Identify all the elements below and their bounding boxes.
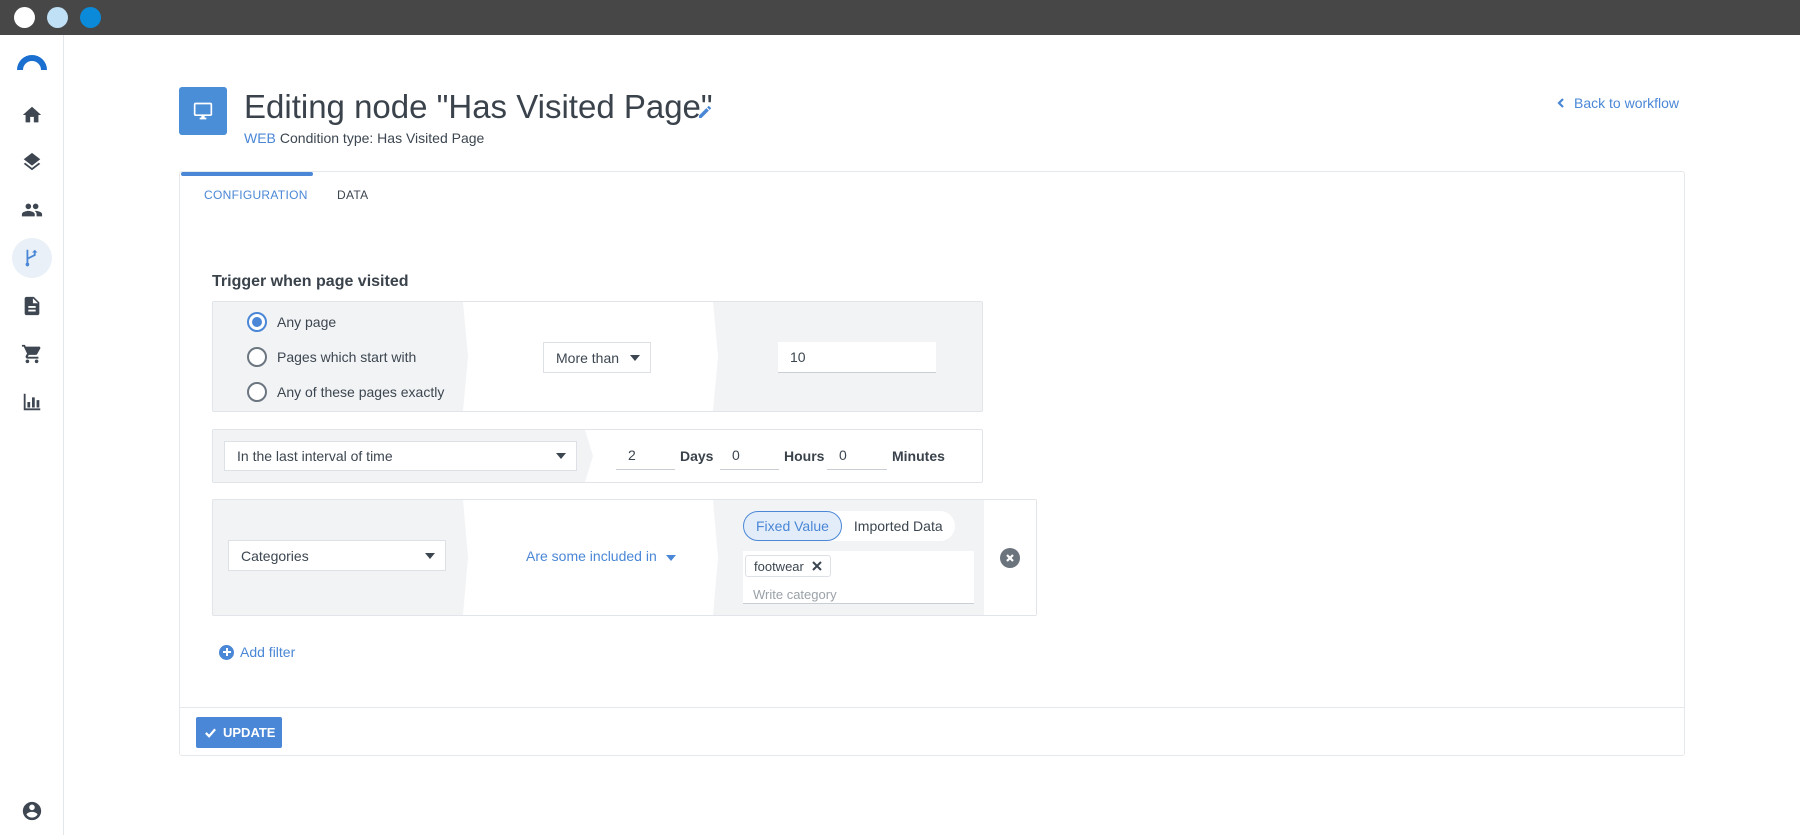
value-mode-toggle: Fixed Value Imported Data [743,511,955,541]
filter-field-value: Categories [241,547,309,564]
back-link-label: Back to workflow [1574,95,1680,111]
app-logo-icon[interactable] [17,53,47,71]
sidebar-item-commerce[interactable] [12,334,52,374]
radio-label: Any of these pages exactly [277,384,445,400]
days-input[interactable] [616,440,675,470]
time-interval-condition: In the last interval of time Days Hours … [212,429,983,483]
comparison-select[interactable]: More than [543,342,651,373]
sidebar-item-workflows[interactable] [12,238,52,278]
category-chip: footwear [745,555,831,577]
node-subtitle: WEB Condition type: Has Visited Page [244,130,484,146]
panel-footer: UPDATE [180,707,1684,755]
radio-label: Pages which start with [277,349,417,365]
node-editor-panel: CONFIGURATION DATA Trigger when page vis… [179,171,1685,756]
sidebar-nav [0,35,64,835]
close-icon [1006,554,1014,562]
days-label: Days [680,448,714,464]
check-icon [205,728,216,738]
minutes-input[interactable] [827,440,887,470]
add-filter-label: Add filter [240,644,296,660]
chevron-down-icon [556,453,566,459]
document-icon [24,296,40,316]
trigger-section-title: Trigger when page visited [212,273,409,290]
sidebar-item-account[interactable] [12,791,52,831]
radio-pages-start-with-control[interactable] [247,347,267,367]
window-close-control[interactable] [14,7,35,28]
sidebar-item-layers[interactable] [12,142,52,182]
chevron-down-icon[interactable] [666,555,676,561]
bar-chart-icon [23,393,41,411]
add-filter-button[interactable]: Add filter [219,644,295,660]
comparison-select-value: More than [556,349,620,366]
sidebar-item-contacts[interactable] [12,190,52,230]
chevron-down-icon [425,552,435,559]
active-tab-indicator [181,172,313,176]
cart-icon [21,344,41,364]
tab-configuration[interactable]: CONFIGURATION [204,188,308,202]
category-tags-input[interactable]: footwear Write category [743,551,974,604]
category-filter: Categories Are some included in Fixed Va… [212,499,1037,616]
interval-mode-select[interactable]: In the last interval of time [224,441,577,471]
hours-label: Hours [784,448,825,464]
condition-type-text: Condition type: Has Visited Page [279,130,485,146]
radio-pages-exactly-control[interactable] [247,382,267,402]
update-button-label: UPDATE [223,725,276,740]
visit-count-input[interactable] [778,342,936,373]
minutes-label: Minutes [892,448,945,464]
radio-label: Any page [277,314,337,330]
window-minimize-control[interactable] [47,7,68,28]
layers-icon [23,152,41,171]
window-maximize-control[interactable] [80,7,101,28]
category-text-input[interactable]: Write category [753,587,837,602]
back-to-workflow-link[interactable]: Back to workflow [1556,95,1679,111]
radio-pages-exactly[interactable]: Any of these pages exactly [247,382,444,402]
edit-title-icon[interactable] [697,104,713,120]
radio-any-page[interactable]: Any page [247,312,336,332]
fixed-value-option[interactable]: Fixed Value [743,511,842,541]
sidebar-item-analytics[interactable] [12,382,52,422]
hours-input[interactable] [720,440,779,470]
update-button[interactable]: UPDATE [196,717,283,748]
tab-data[interactable]: DATA [337,188,368,202]
chevron-left-icon [1557,98,1564,108]
filter-operator-select[interactable]: Are some included in [526,548,657,564]
sidebar-item-home[interactable] [12,95,52,135]
close-icon[interactable] [812,561,822,571]
remove-filter-button[interactable] [1000,548,1020,568]
filter-field-select[interactable]: Categories [228,540,446,571]
radio-pages-start-with[interactable]: Pages which start with [247,347,416,367]
node-type-badge [179,87,227,135]
chip-label: footwear [754,558,804,574]
workflow-branch-icon [25,249,38,267]
imported-data-option[interactable]: Imported Data [842,511,955,541]
home-icon [22,106,42,123]
chevron-down-icon [630,354,640,361]
page-title: Editing node "Has Visited Page" [244,88,713,125]
channel-tag[interactable]: WEB [244,130,276,146]
page-visit-condition: Any page Pages which start with Any of t… [212,301,983,412]
radio-any-page-control[interactable] [247,312,267,332]
window-titlebar [0,0,1800,35]
plus-circle-icon [219,644,234,660]
interval-mode-value: In the last interval of time [237,448,393,464]
account-icon [22,801,42,821]
desktop-icon [193,102,213,120]
people-icon [21,203,43,217]
sidebar-item-documents[interactable] [12,286,52,326]
